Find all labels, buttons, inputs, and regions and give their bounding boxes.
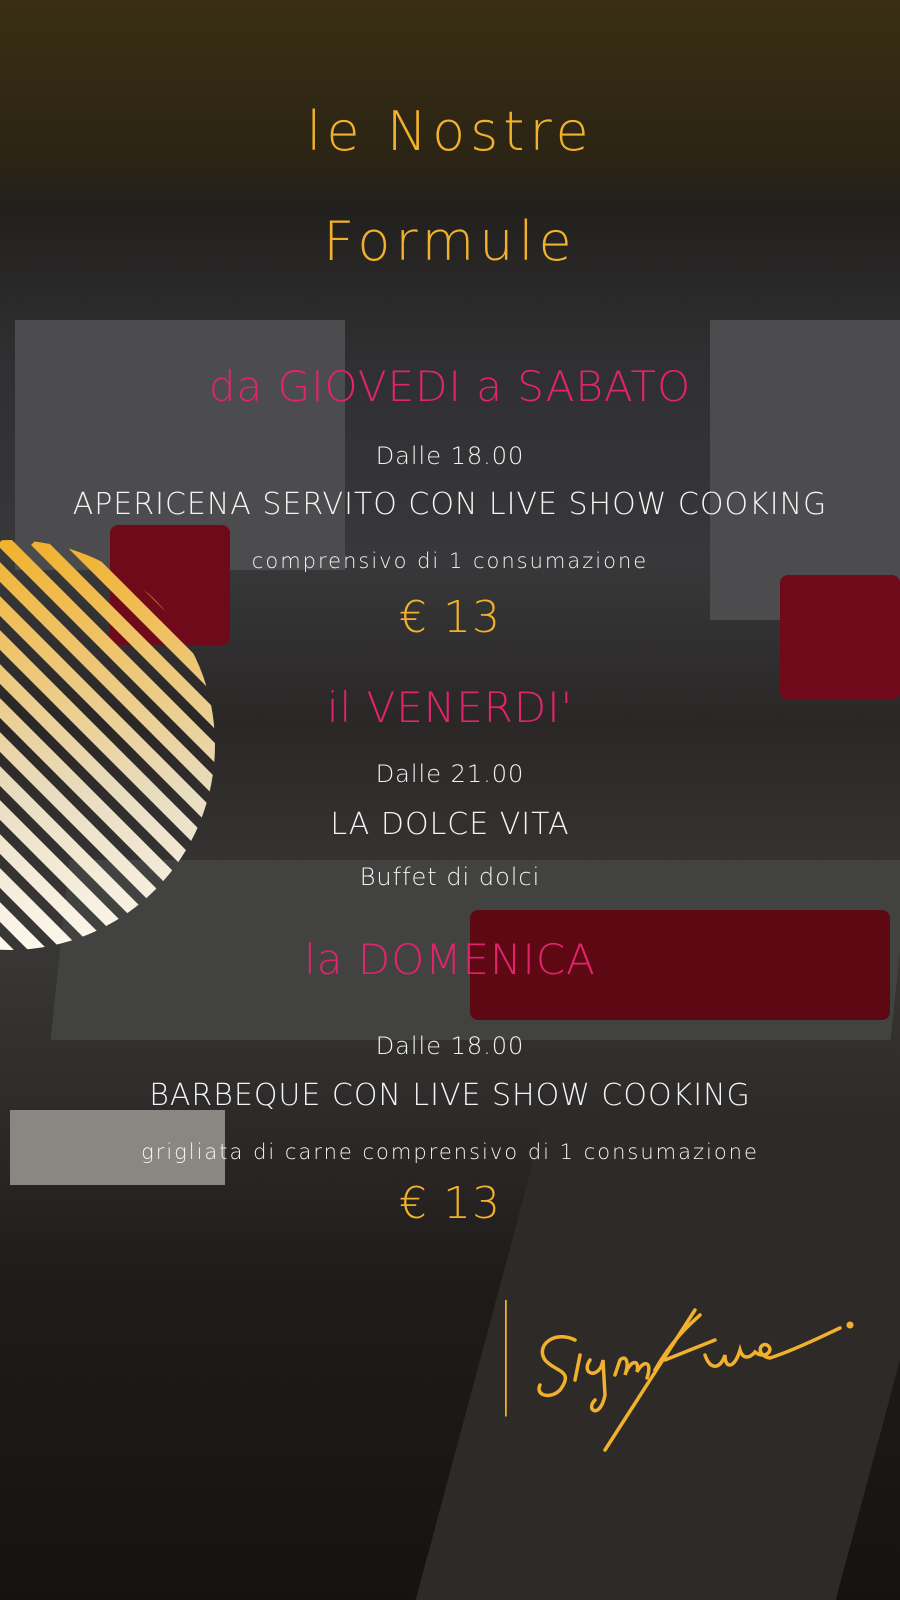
section-time: Dalle 21.00 <box>375 760 525 788</box>
title-line1: le Nostre <box>306 100 594 163</box>
section-time: Dalle 18.00 <box>375 1032 525 1060</box>
section-name: APERICENA SERVITO CON LIVE SHOW COOKING <box>72 487 828 522</box>
section-day: la DOMENICA <box>304 935 596 984</box>
section-price: € 13 <box>399 1178 501 1229</box>
section-note: Buffet di dolci <box>359 863 541 891</box>
section-note: grigliata di carne comprensivo di 1 cons… <box>141 1140 759 1164</box>
signature-logo <box>505 1300 854 1452</box>
section-price: € 13 <box>399 592 501 643</box>
section-name: LA DOLCE VITA <box>330 807 570 842</box>
title-line2: Formule <box>323 210 577 273</box>
section-note: comprensivo di 1 consumazione <box>251 549 649 573</box>
section-day: il VENERDI' <box>326 683 574 732</box>
section-time: Dalle 18.00 <box>375 442 525 470</box>
section-day: da GIOVEDI a SABATO <box>208 362 692 411</box>
section-name: BARBEQUE CON LIVE SHOW COOKING <box>149 1078 751 1113</box>
